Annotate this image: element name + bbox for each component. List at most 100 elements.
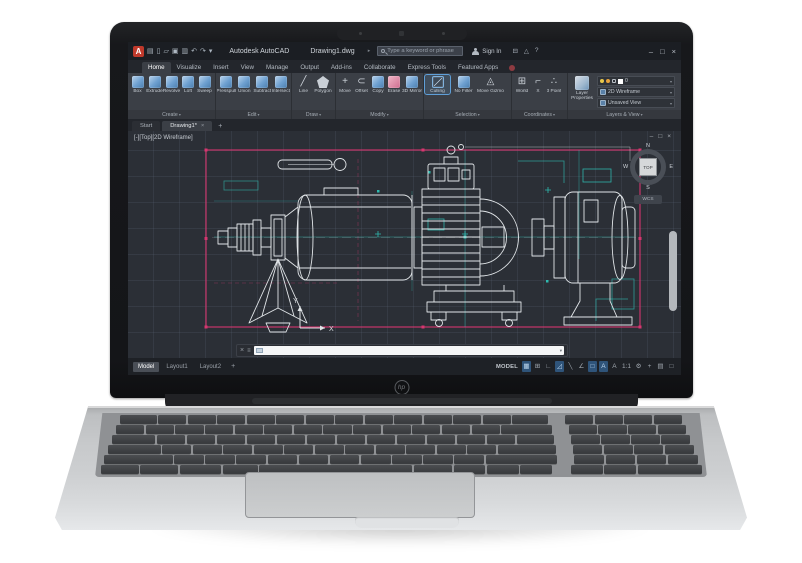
layout2-tab[interactable]: Layout2 [195,362,226,372]
keyboard-key[interactable] [323,425,351,434]
keyboard-key[interactable] [457,435,486,444]
keyboard-key[interactable] [517,435,554,444]
keyboard-key[interactable] [157,435,186,444]
ribbon-extra-icon[interactable] [509,65,515,71]
keyboard-key[interactable] [217,435,246,444]
object-snap-tracking-icon[interactable]: ∠ [577,361,586,372]
panel-label-modify[interactable]: Modify [336,110,423,119]
keyboard-key[interactable] [394,415,422,424]
ribbon-button-copy[interactable]: Copy [370,75,386,94]
keyboard-key[interactable] [442,425,470,434]
drawing-restore-button[interactable]: □ [658,133,662,140]
drawing-area[interactable]: X Y [-][Top][2D Wireframe] – □ × N S W E… [128,131,681,358]
keyboard-key[interactable] [188,415,216,424]
close-tab-icon[interactable]: × [201,123,204,129]
keyboard-key[interactable] [140,465,178,474]
keyboard-key[interactable] [453,415,481,424]
keyboard-key[interactable] [467,445,496,454]
keyboard-key[interactable] [276,415,304,424]
keyboard-key[interactable] [574,455,604,464]
keyboard-key[interactable] [654,415,682,424]
command-input[interactable] [265,347,558,355]
command-history-caret-icon[interactable]: ▾ [560,348,562,354]
keyboard-key[interactable] [573,445,602,454]
keyboard-key[interactable] [624,415,652,424]
keyboard-key[interactable] [175,425,203,434]
keyboard-key[interactable] [299,455,329,464]
keyboard-key[interactable] [392,455,422,464]
keyboard-key[interactable] [307,435,336,444]
autocad-app-icon[interactable]: A [133,46,144,57]
app-store-icon[interactable]: ⊟ [512,47,517,55]
panel-label-draw[interactable]: Draw [292,110,335,119]
keyboard-key[interactable] [104,455,172,464]
ribbon-button-move-gizmo[interactable]: ◬Move Gizmo [477,75,504,94]
keyboard-key[interactable] [486,455,557,464]
panel-label-layers-view[interactable]: Layers & View [568,110,681,119]
keyboard-key[interactable] [397,435,426,444]
drawing-close-button[interactable]: × [667,133,671,140]
file-tab-drawing1[interactable]: Drawing1* × [162,121,212,131]
keyboard-key[interactable] [658,425,686,434]
keyboard-key[interactable] [598,425,626,434]
keyboard-key[interactable] [512,415,548,424]
keyboard-key[interactable] [112,435,155,444]
snap-mode-icon[interactable]: ⊞ [533,361,542,372]
ribbon-button-box[interactable]: Box [129,75,146,94]
help-icon[interactable]: ? [535,47,539,55]
keyboard-key[interactable] [174,455,204,464]
tab-addins[interactable]: Add-ins [325,62,358,73]
keyboard-key[interactable] [571,465,603,474]
keyboard-key[interactable] [247,435,276,444]
ribbon-button-no-filter[interactable]: No Filter [450,75,477,94]
workspace-gear-icon[interactable]: ⚙ [634,361,643,372]
polar-tracking-icon[interactable]: ◿ [555,361,564,372]
keyboard-key[interactable] [254,445,283,454]
keyboard-key[interactable] [501,425,552,434]
keyboard-key[interactable] [383,425,411,434]
viewcube[interactable]: N S W E TOP [625,144,671,190]
keyboard-key[interactable] [487,465,519,474]
undo-icon[interactable]: ↶ [191,48,197,55]
ribbon-button-erase[interactable]: Erase [386,75,402,94]
drawing-minimize-button[interactable]: – [650,133,654,140]
quick-properties-icon[interactable]: ▤ [656,361,665,372]
plot-icon[interactable]: ▥ [182,48,189,55]
close-button[interactable]: × [672,47,676,56]
keyboard-key[interactable] [101,465,139,474]
command-customize-icon[interactable]: ≡ [247,348,251,354]
ribbon-button-move[interactable]: +Move [337,75,353,94]
keyboard-key[interactable] [661,435,690,444]
ribbon-button-extrude[interactable]: Extrude [146,75,163,94]
keyboard[interactable] [95,413,707,477]
open-file-icon[interactable]: ▱ [163,48,168,55]
keyboard-key[interactable] [520,465,552,474]
qat-customize-icon[interactable]: ▾ [209,48,213,55]
isometric-drafting-icon[interactable]: ╲ [566,361,575,372]
ribbon-button-presspull[interactable]: Presspull [217,75,236,94]
keyboard-key[interactable] [205,425,233,434]
ribbon-button-line[interactable]: ╱Line [294,75,313,94]
keyboard-key[interactable] [264,425,292,434]
keyboard-key[interactable] [498,445,556,454]
ortho-icon[interactable]: ∟ [544,361,553,372]
tab-output[interactable]: Output [294,62,325,73]
model-tab[interactable]: Model [133,362,159,372]
tab-view[interactable]: View [235,62,260,73]
keyboard-key[interactable] [412,425,440,434]
new-drawing-button[interactable]: + [214,122,226,131]
keyboard-key[interactable] [345,445,374,454]
keyboard-key[interactable] [483,415,511,424]
layer-dropdown[interactable]: 0▾ [597,76,675,86]
tab-insert[interactable]: Insert [207,62,234,73]
signin-button[interactable]: Sign In [482,48,501,55]
keyboard-key[interactable] [565,415,593,424]
command-close-button[interactable]: × [240,347,244,354]
ribbon-button-revolve[interactable]: Revolve [163,75,180,94]
keyboard-key[interactable] [424,415,452,424]
keyboard-key[interactable] [487,435,516,444]
keyboard-key[interactable] [158,415,186,424]
ribbon-button-offset[interactable]: ⊂Offset [353,75,370,94]
keyboard-key[interactable] [595,415,623,424]
model-space-label[interactable]: MODEL [496,364,518,370]
